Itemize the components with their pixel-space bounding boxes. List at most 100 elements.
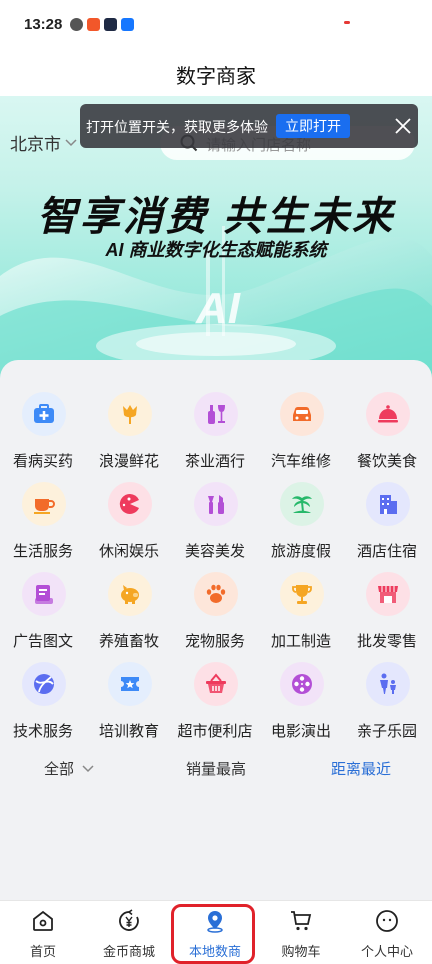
category-item[interactable]: 餐饮美食 <box>344 386 430 474</box>
profile-icon <box>376 910 398 932</box>
nav-label: 个人中心 <box>360 944 413 959</box>
nav-home[interactable]: 首页 <box>0 901 86 964</box>
document-icon <box>22 572 66 616</box>
basket-icon <box>194 662 238 706</box>
category-label: 旅游度假 <box>270 543 331 560</box>
close-icon[interactable] <box>394 117 412 135</box>
video-icon <box>104 18 117 31</box>
cosmetics-icon <box>194 482 238 526</box>
category-panel: 看病买药 浪漫鲜花 茶业酒行 汽车维修 餐饮美食 生活服务 休闲娱乐 美容美发 … <box>0 360 432 900</box>
category-item[interactable]: 养殖畜牧 <box>86 566 172 654</box>
sort-all-label: 全部 <box>44 761 75 778</box>
nav-label: 购物车 <box>281 944 321 959</box>
signal-indicator-icon <box>344 21 350 24</box>
paw-icon <box>194 572 238 616</box>
toast-message: 打开位置开关，获取更多体验 <box>86 119 268 135</box>
category-label: 茶业酒行 <box>184 453 245 470</box>
category-label: 美容美发 <box>184 543 245 560</box>
category-item[interactable]: 汽车维修 <box>258 386 344 474</box>
category-label: 汽车维修 <box>270 453 331 470</box>
app-badge-icon <box>87 18 100 31</box>
location-toast: 打开位置开关，获取更多体验 立即打开 <box>80 104 418 148</box>
city-label: 北京市 <box>10 135 61 154</box>
category-item[interactable]: 电影演出 <box>258 656 344 744</box>
banner-slogan: 智享消费 共生未来 <box>36 195 396 239</box>
page-title: 数字商家 <box>176 66 256 88</box>
category-item[interactable]: 批发零售 <box>344 566 430 654</box>
category-item[interactable]: 旅游度假 <box>258 476 344 564</box>
status-icons <box>70 18 134 31</box>
category-item[interactable]: 培训教育 <box>86 656 172 744</box>
ai-logo: AI <box>196 284 240 333</box>
category-item[interactable]: 亲子乐园 <box>344 656 430 744</box>
banner-subtitle: AI 商业数字化生态赋能系统 <box>105 240 327 260</box>
wine-bottle-icon <box>194 392 238 436</box>
medical-kit-icon <box>22 392 66 436</box>
chevron-down-icon <box>82 764 94 772</box>
category-item[interactable]: 广告图文 <box>0 566 86 654</box>
notification-icon <box>70 18 83 31</box>
category-label: 休闲娱乐 <box>98 543 159 560</box>
category-label: 培训教育 <box>98 723 159 740</box>
category-item[interactable]: 美容美发 <box>172 476 258 564</box>
chevron-down-icon <box>65 138 77 146</box>
category-label: 养殖畜牧 <box>98 633 159 650</box>
category-item[interactable]: 宠物服务 <box>172 566 258 654</box>
category-label: 广告图文 <box>12 633 73 650</box>
nav-label: 金币商城 <box>102 944 155 959</box>
category-label: 电影演出 <box>270 723 331 740</box>
nav-profile[interactable]: 个人中心 <box>344 901 430 964</box>
city-selector[interactable]: 北京市 <box>10 130 77 155</box>
category-label: 批发零售 <box>356 633 417 650</box>
parent-child-icon <box>366 662 410 706</box>
nav-label: 首页 <box>29 944 56 959</box>
film-reel-icon <box>280 662 324 706</box>
shop-icon <box>366 572 410 616</box>
title-bar: 数字商家 <box>0 50 432 96</box>
enable-location-button[interactable]: 立即打开 <box>276 114 350 138</box>
category-item[interactable]: 酒店住宿 <box>344 476 430 564</box>
category-label: 浪漫鲜花 <box>98 453 159 470</box>
category-item[interactable]: 茶业酒行 <box>172 386 258 474</box>
status-bar: 13:28 <box>0 0 432 50</box>
category-item[interactable]: 看病买药 <box>0 386 86 474</box>
home-icon <box>33 910 53 931</box>
coin-mall-icon <box>119 909 139 931</box>
sort-bar: 全部 销量最高 距离最近 <box>0 754 432 784</box>
category-label: 生活服务 <box>12 543 73 560</box>
category-label: 技术服务 <box>12 723 73 740</box>
tulip-icon <box>108 392 152 436</box>
sort-by-sales[interactable]: 销量最高 <box>186 758 246 779</box>
cart-icon <box>291 911 312 931</box>
pacman-icon <box>108 482 152 526</box>
nav-cart[interactable]: 购物车 <box>258 901 344 964</box>
sort-by-distance[interactable]: 距离最近 <box>331 758 391 779</box>
alipay-icon <box>121 18 134 31</box>
category-label: 宠物服务 <box>184 633 245 650</box>
ticket-star-icon <box>108 662 152 706</box>
category-item[interactable]: 休闲娱乐 <box>86 476 172 564</box>
category-label: 亲子乐园 <box>356 723 417 740</box>
category-item[interactable]: 技术服务 <box>0 656 86 744</box>
status-time: 13:28 <box>24 16 63 33</box>
building-icon <box>366 482 410 526</box>
category-item[interactable]: 加工制造 <box>258 566 344 654</box>
active-tab-highlight <box>171 904 255 964</box>
food-cloche-icon <box>366 392 410 436</box>
sort-all-dropdown[interactable]: 全部 <box>44 758 94 779</box>
pig-icon <box>108 572 152 616</box>
nav-coin-mall[interactable]: 金币商城 <box>86 901 172 964</box>
car-icon <box>280 392 324 436</box>
category-item[interactable]: 超市便利店 <box>172 656 258 744</box>
category-label: 超市便利店 <box>177 723 253 740</box>
category-label: 看病买药 <box>12 453 73 470</box>
palm-tree-icon <box>280 482 324 526</box>
category-item[interactable]: 生活服务 <box>0 476 86 564</box>
category-label: 餐饮美食 <box>356 453 417 470</box>
globe-icon <box>22 662 66 706</box>
trophy-icon <box>280 572 324 616</box>
category-item[interactable]: 浪漫鲜花 <box>86 386 172 474</box>
category-label: 加工制造 <box>270 633 331 650</box>
coffee-cup-icon <box>22 482 66 526</box>
category-label: 酒店住宿 <box>356 543 417 560</box>
